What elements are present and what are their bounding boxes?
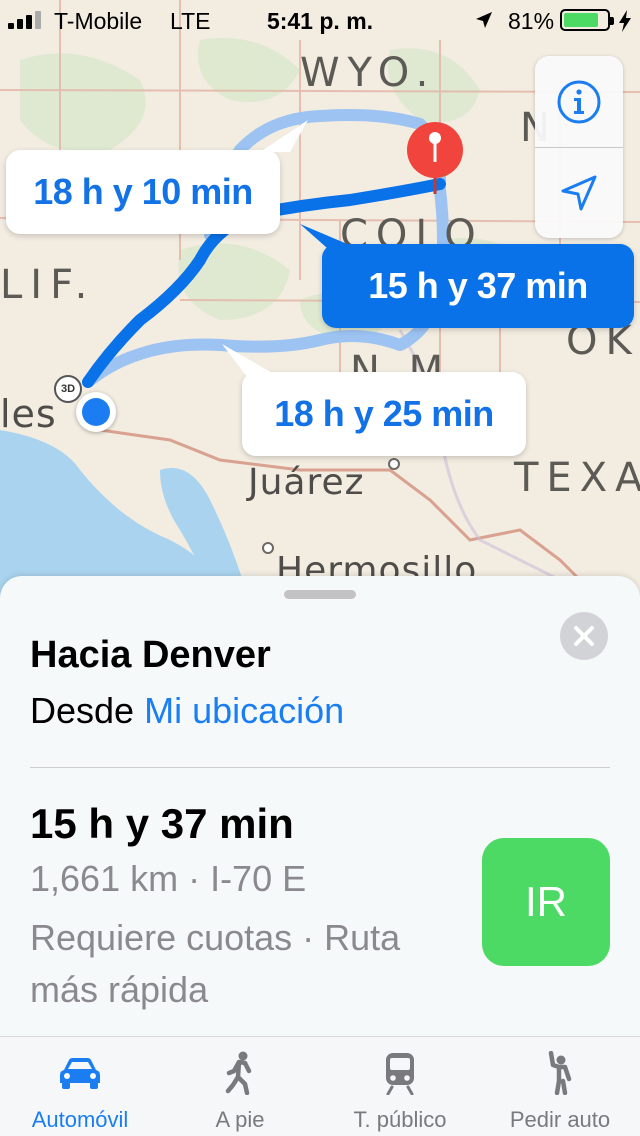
- train-icon: [386, 1053, 414, 1095]
- route-callout-north[interactable]: 18 h y 10 min: [6, 150, 280, 234]
- callout-tail-north: [260, 120, 308, 152]
- city-label-juarez: Juárez: [248, 462, 365, 503]
- origin-prefix: Desde: [30, 690, 145, 731]
- card-grabber[interactable]: [284, 590, 356, 599]
- route-duration[interactable]: 15 h y 37 min: [30, 800, 294, 848]
- route-notes: Requiere cuotas · Ruta más rápida: [30, 917, 401, 1010]
- battery-icon: [560, 9, 614, 31]
- map-label-texas: TEXA: [514, 455, 640, 501]
- tab-label: Automóvil: [31, 1107, 129, 1132]
- origin-line: Desde Mi ubicación: [30, 690, 344, 732]
- info-icon: [557, 80, 601, 123]
- status-bar: T-Mobile LTE 5:41 p. m. 81%: [0, 0, 640, 40]
- tab-a-pie[interactable]: A pie: [160, 1037, 320, 1136]
- map-controls: [535, 56, 623, 238]
- tab-label: Pedir auto: [509, 1107, 611, 1132]
- destination-pin-icon[interactable]: [404, 120, 466, 196]
- walking-icon: [225, 1051, 252, 1095]
- location-services-icon: [476, 12, 492, 28]
- route-callout-main-label: 15 h y 37 min: [368, 265, 588, 306]
- go-button[interactable]: IR: [482, 838, 610, 966]
- map-label-calif: LIF.: [0, 262, 96, 308]
- hailing-icon: [548, 1051, 572, 1095]
- destination-title: Hacia Denver: [30, 634, 271, 676]
- route-callout-north-label: 18 h y 10 min: [33, 171, 253, 212]
- map-label-los-angeles: les: [0, 392, 57, 436]
- info-button[interactable]: [535, 56, 623, 147]
- callout-tail-main: [300, 224, 352, 256]
- route-callout-main[interactable]: 15 h y 37 min: [322, 244, 634, 328]
- divider: [30, 767, 610, 768]
- charging-bolt-icon: [619, 10, 631, 32]
- route-distance-highway: 1,661 km · I-70 E: [30, 858, 307, 899]
- go-button-label: IR: [525, 878, 567, 925]
- close-icon: [574, 626, 594, 646]
- 3d-badge[interactable]: 3D: [54, 375, 82, 403]
- tab-transporte-publico[interactable]: T. público: [320, 1037, 480, 1136]
- tab-label: T. público: [353, 1107, 447, 1132]
- location-button[interactable]: [535, 147, 623, 238]
- tab-label: A pie: [215, 1107, 265, 1132]
- transport-tab-bar: Automóvil A pie T. público Pedir auto: [0, 1036, 640, 1136]
- route-callout-south[interactable]: 18 h y 25 min: [242, 372, 526, 456]
- close-button[interactable]: [560, 612, 608, 660]
- route-callout-south-label: 18 h y 25 min: [274, 393, 494, 434]
- tab-pedir-auto[interactable]: Pedir auto: [480, 1037, 640, 1136]
- tab-automovil[interactable]: Automóvil: [0, 1037, 160, 1136]
- battery-percent: 81%: [508, 8, 555, 34]
- origin-link[interactable]: Mi ubicación: [144, 690, 344, 731]
- map-label-wyo: WYO.: [300, 50, 437, 96]
- location-arrow-icon: [561, 175, 597, 211]
- car-icon: [60, 1058, 100, 1089]
- callout-tail-south: [222, 344, 274, 378]
- user-location-dot[interactable]: [76, 392, 116, 432]
